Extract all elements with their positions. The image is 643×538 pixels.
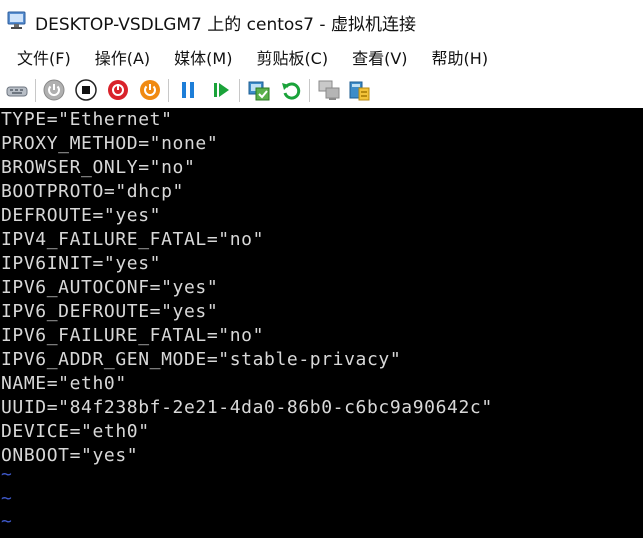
turn-off-button[interactable] bbox=[74, 78, 98, 102]
menu-view[interactable]: 查看(V) bbox=[344, 45, 415, 69]
resume-icon bbox=[214, 83, 229, 97]
menu-file[interactable]: 文件(F) bbox=[9, 45, 79, 69]
vm-console-screen[interactable]: TYPE="Ethernet" PROXY_METHOD="none" BROW… bbox=[0, 108, 643, 538]
toolbar-separator bbox=[239, 79, 240, 102]
save-icon bbox=[140, 80, 160, 100]
console-line: UUID="84f238bf-2e21-4da0-86b0-c6bc9a9064… bbox=[1, 397, 493, 418]
enhanced-session-icon bbox=[318, 80, 340, 100]
console-line: IPV6_DEFROUTE="yes" bbox=[1, 301, 219, 322]
enhanced-session-button[interactable] bbox=[317, 78, 341, 102]
console-line: IPV6_ADDR_GEN_MODE="stable-privacy" bbox=[1, 349, 402, 370]
toolbar-separator bbox=[168, 79, 169, 102]
pause-button[interactable] bbox=[176, 78, 200, 102]
revert-icon bbox=[282, 82, 301, 100]
toolbar-separator bbox=[35, 79, 36, 102]
console-line: IPV4_FAILURE_FATAL="no" bbox=[1, 229, 265, 250]
console-line: PROXY_METHOD="none" bbox=[1, 133, 219, 154]
console-line: TYPE="Ethernet" bbox=[1, 109, 173, 130]
empty-line-marker: ~ bbox=[1, 488, 12, 509]
vm-connection-icon bbox=[7, 11, 26, 29]
shut-down-icon bbox=[108, 80, 128, 100]
start-button[interactable] bbox=[42, 78, 66, 102]
turn-off-icon bbox=[75, 79, 97, 101]
console-line: DEFROUTE="yes" bbox=[1, 205, 162, 226]
menu-help[interactable]: 帮助(H) bbox=[424, 45, 497, 69]
revert-button[interactable] bbox=[279, 78, 303, 102]
console-line: ONBOOT="yes" bbox=[1, 445, 139, 466]
share-button[interactable] bbox=[347, 78, 371, 102]
pause-icon bbox=[182, 82, 194, 98]
console-line: IPV6INIT="yes" bbox=[1, 253, 162, 274]
menu-bar: 文件(F) 操作(A) 媒体(M) 剪贴板(C) 查看(V) 帮助(H) bbox=[0, 40, 643, 73]
window-title: DESKTOP-VSDLGM7 上的 centos7 - 虚拟机连接 bbox=[35, 15, 416, 35]
shut-down-button[interactable] bbox=[106, 78, 130, 102]
toolbar bbox=[0, 73, 643, 109]
menu-action[interactable]: 操作(A) bbox=[87, 45, 158, 69]
menu-clipboard[interactable]: 剪贴板(C) bbox=[248, 45, 336, 69]
empty-line-marker: ~ bbox=[1, 511, 12, 532]
save-state-button[interactable] bbox=[138, 78, 162, 102]
menu-media[interactable]: 媒体(M) bbox=[166, 45, 240, 69]
empty-line-marker: ~ bbox=[1, 464, 12, 485]
checkpoint-icon bbox=[248, 81, 270, 101]
start-icon bbox=[43, 79, 65, 101]
ctrl-alt-del-icon bbox=[6, 86, 28, 97]
console-line: DEVICE="eth0" bbox=[1, 421, 150, 442]
share-icon bbox=[349, 81, 370, 101]
console-line: IPV6_FAILURE_FATAL="no" bbox=[1, 325, 265, 346]
title-bar[interactable]: DESKTOP-VSDLGM7 上的 centos7 - 虚拟机连接 bbox=[0, 0, 643, 40]
toolbar-separator bbox=[309, 79, 310, 102]
checkpoint-button[interactable] bbox=[247, 78, 271, 102]
console-line: BOOTPROTO="dhcp" bbox=[1, 181, 184, 202]
resume-button[interactable] bbox=[209, 78, 233, 102]
ctrl-alt-del-button[interactable] bbox=[5, 78, 29, 102]
console-line: IPV6_AUTOCONF="yes" bbox=[1, 277, 219, 298]
console-line: NAME="eth0" bbox=[1, 373, 127, 394]
console-line: BROWSER_ONLY="no" bbox=[1, 157, 196, 178]
